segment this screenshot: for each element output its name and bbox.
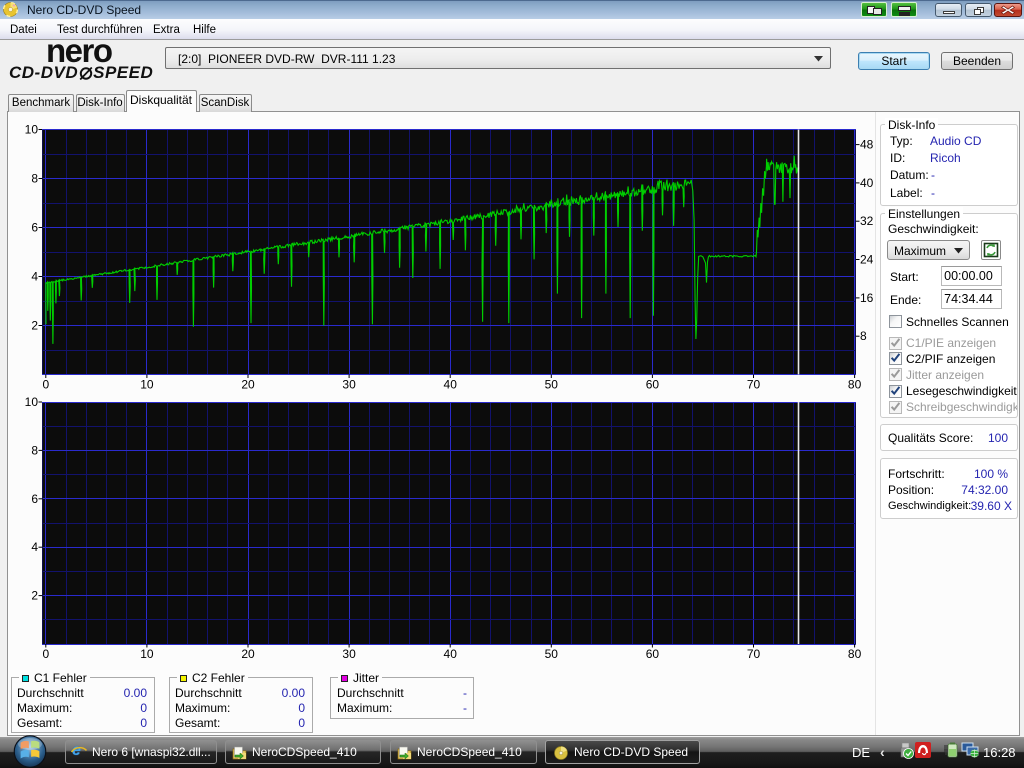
svg-text:6: 6 (31, 492, 38, 506)
svg-text:10: 10 (140, 647, 154, 661)
svg-text:24: 24 (860, 253, 874, 267)
svg-text:70: 70 (747, 647, 761, 661)
svg-text:16: 16 (860, 291, 874, 305)
svg-text:4: 4 (31, 540, 38, 554)
svg-text:60: 60 (646, 647, 660, 661)
svg-text:2: 2 (31, 319, 38, 333)
svg-text:2: 2 (31, 589, 38, 603)
svg-text:10: 10 (25, 123, 39, 137)
svg-text:80: 80 (848, 647, 862, 661)
svg-text:48: 48 (860, 138, 874, 152)
svg-text:40: 40 (860, 176, 874, 190)
svg-text:8: 8 (860, 329, 867, 343)
svg-text:0: 0 (42, 647, 49, 661)
svg-text:30: 30 (342, 647, 356, 661)
svg-text:20: 20 (241, 647, 255, 661)
svg-text:6: 6 (31, 221, 38, 235)
svg-text:32: 32 (860, 214, 874, 228)
svg-text:50: 50 (545, 647, 559, 661)
svg-text:4: 4 (31, 270, 38, 284)
svg-text:10: 10 (25, 395, 39, 409)
svg-text:8: 8 (31, 172, 38, 186)
svg-text:8: 8 (31, 443, 38, 457)
svg-text:40: 40 (444, 647, 458, 661)
